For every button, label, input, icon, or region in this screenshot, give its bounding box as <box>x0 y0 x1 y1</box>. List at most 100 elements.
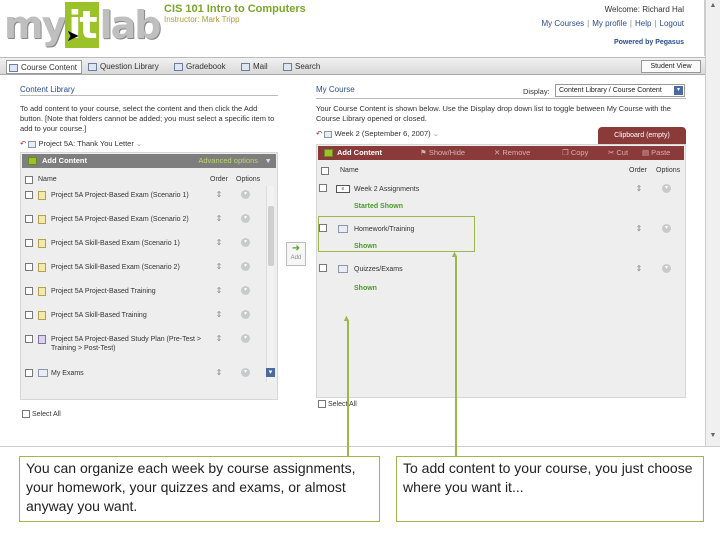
library-select-all[interactable]: Select All <box>22 410 61 418</box>
my-courses-link[interactable]: My Courses <box>541 19 584 28</box>
row-checkbox[interactable] <box>25 215 33 223</box>
list-item[interactable]: ≡ Week 2 Assignments Started Shown ⇕ ▾ <box>318 184 684 214</box>
row-checkbox[interactable] <box>319 264 327 272</box>
row-checkbox[interactable] <box>319 184 327 192</box>
list-item[interactable]: My Exams ⇕ ▾ <box>22 368 266 382</box>
folder-icon <box>38 369 48 377</box>
course-select-all[interactable]: Select All <box>318 400 357 408</box>
help-link[interactable]: Help <box>635 19 651 28</box>
myitlab-logo[interactable]: my it lab <box>4 2 161 48</box>
folder-icon <box>324 130 333 138</box>
options-icon[interactable]: ▾ <box>241 286 250 295</box>
course-title: CIS 101 Intro to Computers <box>164 3 306 15</box>
options-icon[interactable]: ▾ <box>241 368 250 377</box>
tab-question-library[interactable]: Question Library <box>86 60 159 74</box>
row-checkbox[interactable] <box>25 239 33 247</box>
chevron-down-icon[interactable]: ⌄ <box>433 129 439 138</box>
select-all-header-checkbox[interactable] <box>25 176 33 184</box>
my-profile-link[interactable]: My profile <box>592 19 627 28</box>
reorder-icon[interactable]: ⇕ <box>214 334 224 343</box>
add-content-button[interactable]: Add Content <box>337 146 382 160</box>
list-item[interactable]: Project 5A Project-Based Training ⇕ ▾ <box>22 286 266 306</box>
row-checkbox[interactable] <box>25 369 33 377</box>
display-select[interactable]: Content Library / Course Content ▾ <box>555 84 685 97</box>
list-item[interactable]: Project 5A Project-Based Study Plan (Pre… <box>22 334 266 358</box>
list-item[interactable]: Project 5A Skill-Based Exam (Scenario 1)… <box>22 238 266 258</box>
scrollbar-thumb[interactable] <box>268 206 274 266</box>
exam-icon <box>38 191 46 200</box>
chevron-down-icon[interactable]: ▾ <box>674 86 683 95</box>
folder-icon <box>28 140 37 148</box>
list-item[interactable]: Project 5A Skill-Based Exam (Scenario 2)… <box>22 262 266 282</box>
show-hide-button[interactable]: ⚑ Show/Hide <box>420 146 465 160</box>
chevron-down-icon[interactable]: ▾ <box>266 154 270 168</box>
row-checkbox[interactable] <box>25 311 33 319</box>
options-icon[interactable]: ▾ <box>662 264 671 273</box>
back-arrow-icon[interactable]: ↶ <box>316 129 322 138</box>
reorder-icon[interactable]: ⇕ <box>214 286 224 295</box>
tab-course-content[interactable]: Course Content <box>6 60 83 74</box>
options-icon[interactable]: ▾ <box>241 334 250 343</box>
options-icon[interactable]: ▾ <box>241 214 250 223</box>
window-scrollbar[interactable]: ▲ ▼ <box>705 0 720 446</box>
options-icon[interactable]: ▾ <box>241 238 250 247</box>
back-arrow-icon[interactable]: ↶ <box>20 139 26 148</box>
list-item[interactable]: Quizzes/Exams Shown ⇕ ▾ <box>318 264 684 294</box>
list-item[interactable]: Project 5A Skill-Based Training ⇕ ▾ <box>22 310 266 330</box>
options-icon[interactable]: ▾ <box>241 262 250 271</box>
reorder-icon[interactable]: ⇕ <box>214 368 224 377</box>
reorder-icon[interactable]: ⇕ <box>214 262 224 271</box>
expand-icon[interactable]: ▾ <box>266 368 275 377</box>
add-content-button[interactable]: Add Content <box>42 156 87 165</box>
highlight-box <box>318 216 475 252</box>
options-icon[interactable]: ▾ <box>241 310 250 319</box>
reorder-icon[interactable]: ⇕ <box>634 264 644 273</box>
add-content-bar: Add Content Advanced options ▾ <box>22 154 276 168</box>
copy-button[interactable]: ❐ Copy <box>562 146 588 160</box>
cut-button[interactable]: ✂ Cut <box>608 146 628 160</box>
student-view-button[interactable]: Student View <box>641 60 701 73</box>
list-item[interactable]: Project 5A Project-Based Exam (Scenario … <box>22 214 266 234</box>
scroll-up-icon[interactable]: ▲ <box>708 2 718 12</box>
add-to-course-button[interactable]: ➜ Add <box>286 242 306 266</box>
list-item[interactable]: Project 5A Project-Based Exam (Scenario … <box>22 190 266 210</box>
tab-search[interactable]: Search <box>281 60 320 74</box>
top-links: My Courses | My profile | Help | Logout <box>541 19 684 28</box>
display-label: Display: <box>523 87 550 96</box>
reorder-icon[interactable]: ⇕ <box>634 184 644 193</box>
row-checkbox[interactable] <box>25 287 33 295</box>
divider <box>0 446 720 447</box>
tab-mail[interactable]: Mail <box>239 60 268 74</box>
paste-button[interactable]: ▤ Paste <box>642 146 670 160</box>
folder-icon <box>338 265 348 273</box>
logout-link[interactable]: Logout <box>660 19 684 28</box>
row-checkbox[interactable] <box>25 263 33 271</box>
reorder-icon[interactable]: ⇕ <box>634 224 644 233</box>
select-all-checkbox[interactable] <box>318 400 326 408</box>
gradebook-icon <box>174 63 183 71</box>
options-icon[interactable]: ▾ <box>241 190 250 199</box>
row-checkbox[interactable] <box>25 335 33 343</box>
reorder-icon[interactable]: ⇕ <box>214 310 224 319</box>
options-icon[interactable]: ▾ <box>662 184 671 193</box>
select-all-header-checkbox[interactable] <box>321 167 329 175</box>
tab-gradebook[interactable]: Gradebook <box>172 60 226 74</box>
training-icon <box>38 311 46 320</box>
status-badge: Started Shown <box>354 203 404 210</box>
chevron-down-icon[interactable]: ⌄ <box>136 139 142 148</box>
course-toolbar: Add Content ⚑ Show/Hide ✕ Remove ❐ Copy … <box>318 146 684 160</box>
options-icon[interactable]: ▾ <box>662 224 671 233</box>
remove-button[interactable]: ✕ Remove <box>494 146 530 160</box>
reorder-icon[interactable]: ⇕ <box>214 214 224 223</box>
my-course-title: My Course <box>316 85 355 94</box>
arrow-up-icon: ▲ <box>342 313 351 323</box>
library-scrollbar[interactable] <box>266 186 274 382</box>
clipboard-tab[interactable]: Clipboard (empty) <box>598 127 686 144</box>
row-checkbox[interactable] <box>25 191 33 199</box>
callout-right: To add content to your course, you just … <box>396 456 704 522</box>
scroll-down-icon[interactable]: ▼ <box>708 432 718 442</box>
select-all-checkbox[interactable] <box>22 410 30 418</box>
advanced-options-button[interactable]: Advanced options <box>198 154 258 168</box>
reorder-icon[interactable]: ⇕ <box>214 238 224 247</box>
reorder-icon[interactable]: ⇕ <box>214 190 224 199</box>
